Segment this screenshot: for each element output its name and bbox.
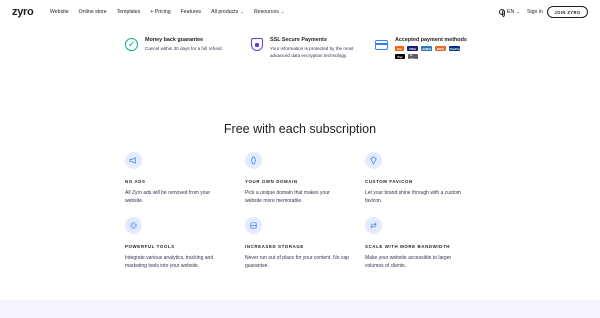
- nav-links: Website Online store Templates + Pricing…: [50, 9, 295, 15]
- nav-link-website[interactable]: Website: [50, 9, 69, 15]
- discover-icon: DISC: [435, 46, 446, 51]
- nav-link-label: Website: [50, 9, 69, 15]
- globe-icon: [499, 9, 506, 18]
- nav-link-templates[interactable]: Templates: [117, 9, 141, 15]
- google-pay-icon: G Pay: [408, 53, 418, 61]
- feature-text: Let your brand shine through with a cust…: [365, 190, 461, 204]
- nav-link-online-store[interactable]: Online store: [79, 9, 107, 15]
- mastercard-icon: MC: [395, 46, 404, 51]
- nav-link-resources[interactable]: Resources ⌄: [254, 9, 285, 15]
- paypal-icon: PayPal: [449, 46, 460, 51]
- feature-increased-storage: INCREASED STORAGE Never run out of place…: [245, 217, 355, 270]
- language-label: EN: [507, 9, 515, 15]
- nav-link-label: All products: [211, 9, 239, 15]
- feature-text: Integrate various analytics, tracking an…: [125, 255, 214, 269]
- nav-link-all-products[interactable]: All products ⌄: [211, 9, 244, 15]
- chevron-down-icon: ⌄: [240, 9, 244, 14]
- feature-no-ads: NO ADS All Zyro ads will be removed from…: [125, 152, 235, 205]
- join-button[interactable]: JOIN ZYRO: [547, 6, 588, 18]
- feature-custom-favicon: CUSTOM FAVICON Let your brand shine thro…: [365, 152, 475, 205]
- feature-more-bandwidth: SCALE WITH MORE BANDWIDTH Make your webs…: [365, 217, 475, 270]
- refund-check-icon: ✓: [125, 38, 139, 52]
- feature-title: POWERFUL TOOLS: [125, 244, 175, 249]
- signin-link[interactable]: Sign in: [527, 9, 543, 15]
- shield-lock-icon: [250, 38, 264, 52]
- feature-own-domain: YOUR OWN DOMAIN Pick a unique domain tha…: [245, 152, 355, 205]
- guarantee-text: Cancel within 30 days for a full refund.: [145, 46, 223, 51]
- feature-powerful-tools: POWERFUL TOOLS Integrate various analyti…: [125, 217, 235, 270]
- feature-title: SCALE WITH MORE BANDWIDTH: [365, 244, 450, 249]
- megaphone-icon: [125, 152, 142, 169]
- feature-text: Pick a unique domain that makes your web…: [245, 190, 330, 204]
- guarantee-title: Accepted payment methods: [395, 37, 467, 43]
- payment-logos-row-2: Pay G Pay: [395, 53, 467, 61]
- apple-pay-icon: Pay: [395, 54, 405, 59]
- nav-link-features[interactable]: Features: [181, 9, 201, 15]
- top-navigation: zyro Website Online store Templates + Pr…: [0, 0, 600, 25]
- visa-icon: VISA: [407, 46, 418, 51]
- credit-card-icon: [375, 38, 389, 52]
- guarantee-title: Money back guarantee: [145, 37, 204, 43]
- money-back-guarantee: ✓ Money back guarantee Cancel within 30 …: [125, 37, 230, 52]
- accepted-payment-methods: Accepted payment methods MC VISA AMEX DI…: [375, 37, 467, 61]
- feature-text: All Zyro ads will be removed from your w…: [125, 190, 211, 204]
- payment-logos-row-1: MC VISA AMEX DISC PayPal: [395, 46, 467, 51]
- ssl-secure-payments: SSL Secure Payments Your information is …: [250, 37, 355, 59]
- feature-title: NO ADS: [125, 179, 146, 184]
- amex-icon: AMEX: [421, 46, 432, 51]
- nav-link-label: Features: [180, 9, 202, 15]
- footer-band: [0, 300, 600, 318]
- chevron-down-icon: ⌄: [516, 9, 520, 14]
- nav-link-label: Templates: [116, 9, 141, 15]
- domain-icon: [245, 152, 262, 169]
- feature-title: INCREASED STORAGE: [245, 244, 304, 249]
- tools-icon: [125, 217, 142, 234]
- nav-link-pricing[interactable]: + Pricing: [150, 9, 170, 15]
- favicon-icon: [365, 152, 382, 169]
- nav-link-label: Online store: [78, 9, 107, 15]
- feature-title: YOUR OWN DOMAIN: [245, 179, 298, 184]
- nav-link-label: + Pricing: [150, 9, 171, 15]
- nav-link-label: Resources: [254, 9, 279, 15]
- language-selector[interactable]: EN ⌄: [499, 9, 520, 18]
- feature-text: Never run out of place for your content.…: [245, 255, 349, 269]
- chevron-down-icon: ⌄: [280, 9, 285, 14]
- section-heading: Free with each subscription: [223, 122, 377, 136]
- bandwidth-icon: [365, 217, 382, 234]
- feature-title: CUSTOM FAVICON: [365, 179, 413, 184]
- feature-text: Make your website accessible to larger v…: [365, 255, 452, 269]
- zyro-logo[interactable]: zyro: [12, 6, 34, 18]
- storage-icon: [245, 217, 262, 234]
- guarantee-text: Your information is protected by the mos…: [270, 46, 354, 58]
- guarantee-title: SSL Secure Payments: [270, 37, 327, 43]
